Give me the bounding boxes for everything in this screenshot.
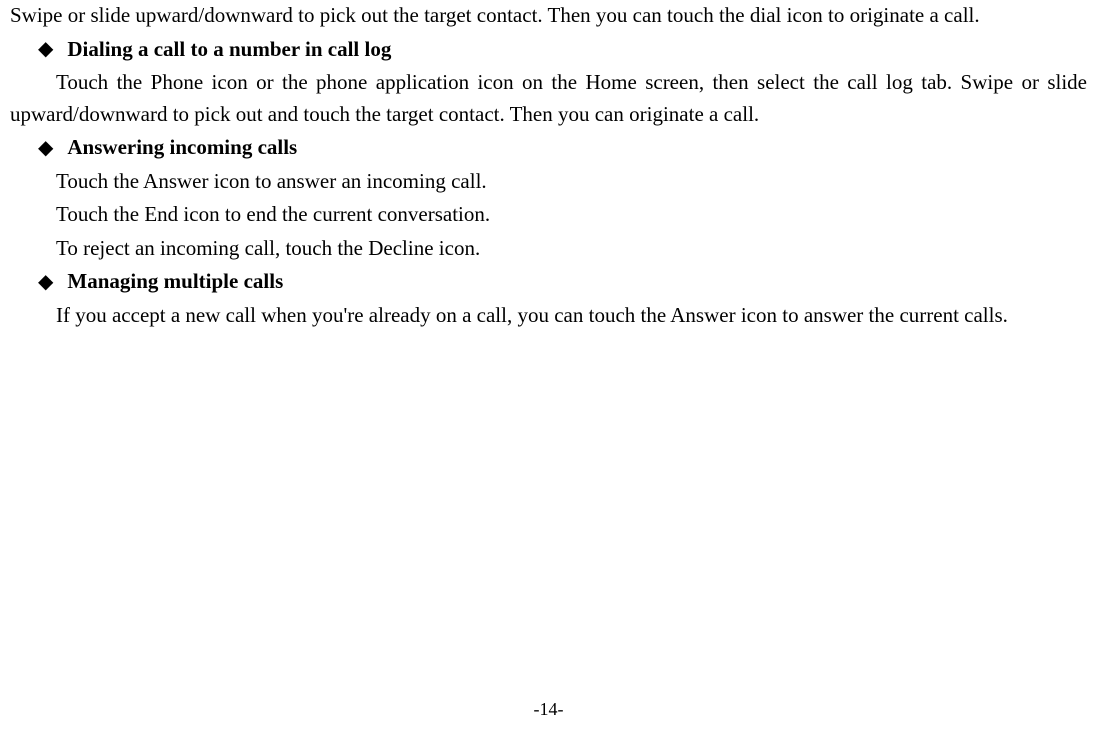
section-1-para-1: Touch the Phone icon or the phone applic… [10,67,1087,130]
diamond-icon: ◆ [38,272,53,292]
heading-text-2: Answering incoming calls [67,132,297,164]
diamond-icon: ◆ [38,138,53,158]
section-heading-1: ◆ Dialing a call to a number in call log [38,34,1087,66]
section-heading-3: ◆ Managing multiple calls [38,266,1087,298]
heading-text-1: Dialing a call to a number in call log [67,34,391,66]
intro-paragraph: Swipe or slide upward/downward to pick o… [10,0,1087,32]
section-heading-2: ◆ Answering incoming calls [38,132,1087,164]
section-2-para-3: To reject an incoming call, touch the De… [56,233,1087,265]
section-2-para-1: Touch the Answer icon to answer an incom… [56,166,1087,198]
diamond-icon: ◆ [38,39,53,59]
document-content: Swipe or slide upward/downward to pick o… [10,0,1087,331]
page-number: -14- [0,699,1097,720]
heading-text-3: Managing multiple calls [67,266,283,298]
section-2-para-2: Touch the End icon to end the current co… [56,199,1087,231]
section-3-para-1: If you accept a new call when you're alr… [10,300,1087,332]
